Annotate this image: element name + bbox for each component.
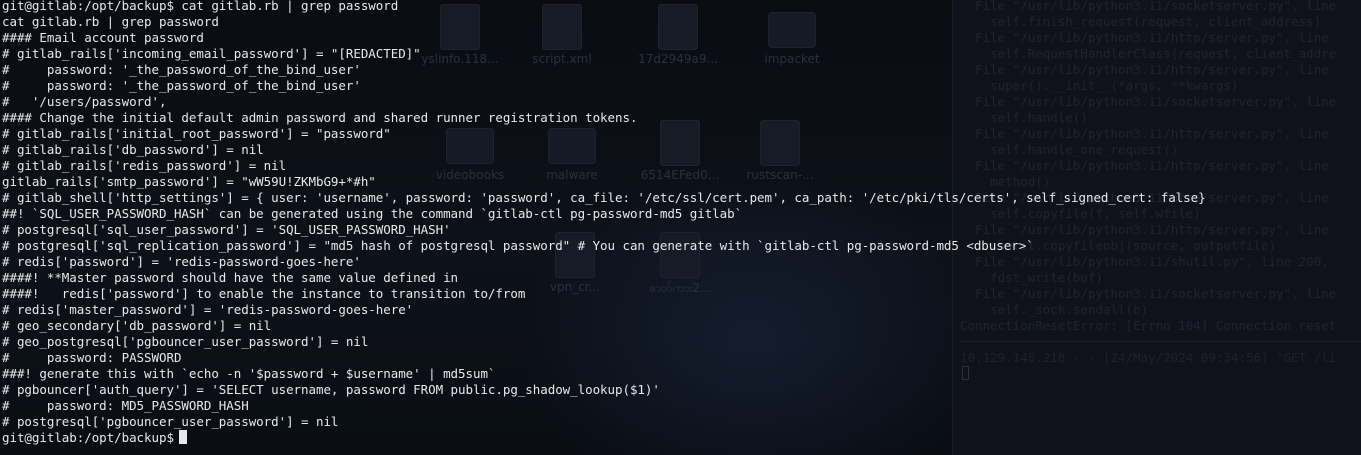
terminal-line: # postgresql['sql_user_password'] = 'SQL… <box>2 222 451 237</box>
terminal-line: # postgresql['pgbouncer_user_password'] … <box>2 414 339 429</box>
terminal-line: ###! generate this with `echo -n '$passw… <box>2 366 496 381</box>
terminal-line: # password: '_the_password_of_the_bind_u… <box>2 62 361 77</box>
terminal-line: # geo_postgresql['pgbouncer_user_passwor… <box>2 334 369 349</box>
terminal-line: # gitlab_rails['incoming_email_password'… <box>2 46 421 61</box>
terminal-line: # '/users/password', <box>2 94 167 109</box>
shell-prompt: git@gitlab:/opt/backup$ <box>2 430 174 445</box>
terminal-line: ####! **Master password should have the … <box>2 270 459 285</box>
terminal-line: ##! `SQL_USER_PASSWORD_HASH` can be gene… <box>2 206 743 221</box>
terminal-prompt-line[interactable]: git@gitlab:/opt/backup$ <box>2 430 1361 446</box>
terminal-line: # gitlab_rails['initial_root_password'] … <box>2 126 391 141</box>
terminal-line: # gitlab_rails['db_password'] = nil <box>2 142 264 157</box>
desktop: yslinfo.118... script.xml 17d2949a9... i… <box>0 0 1361 455</box>
terminal-cursor <box>178 430 187 444</box>
terminal-line: # pgbouncer['auth_query'] = 'SELECT user… <box>2 382 660 397</box>
terminal-line: # geo_secondary['db_password'] = nil <box>2 318 272 333</box>
terminal-line: git@gitlab:/opt/backup$ cat gitlab.rb | … <box>2 0 399 13</box>
terminal-line: # gitlab_shell['http_settings'] = { user… <box>2 190 1206 205</box>
terminal-line: # postgresql['sql_replication_password']… <box>2 238 1034 253</box>
terminal-line: # password: '_the_password_of_the_bind_u… <box>2 78 361 93</box>
terminal-line: ####! redis['password'] to enable the in… <box>2 286 526 301</box>
terminal-line: # password: MD5_PASSWORD_HASH <box>2 398 249 413</box>
terminal-line: #### Change the initial default admin pa… <box>2 110 638 125</box>
terminal-line: gitlab_rails['smtp_password'] = "wW59U!Z… <box>2 174 376 189</box>
terminal-line: # redis['master_password'] = 'redis-pass… <box>2 302 414 317</box>
terminal-output[interactable]: git@gitlab:/opt/backup$ cat gitlab.rb | … <box>2 0 1361 455</box>
terminal-line: # redis['password'] = 'redis-password-go… <box>2 254 361 269</box>
terminal-line: # password: PASSWORD <box>2 350 182 365</box>
terminal-line: cat gitlab.rb | grep password <box>2 14 219 29</box>
terminal-line: # gitlab_rails['redis_password'] = nil <box>2 158 287 173</box>
terminal-line: #### Email account password <box>2 30 204 45</box>
